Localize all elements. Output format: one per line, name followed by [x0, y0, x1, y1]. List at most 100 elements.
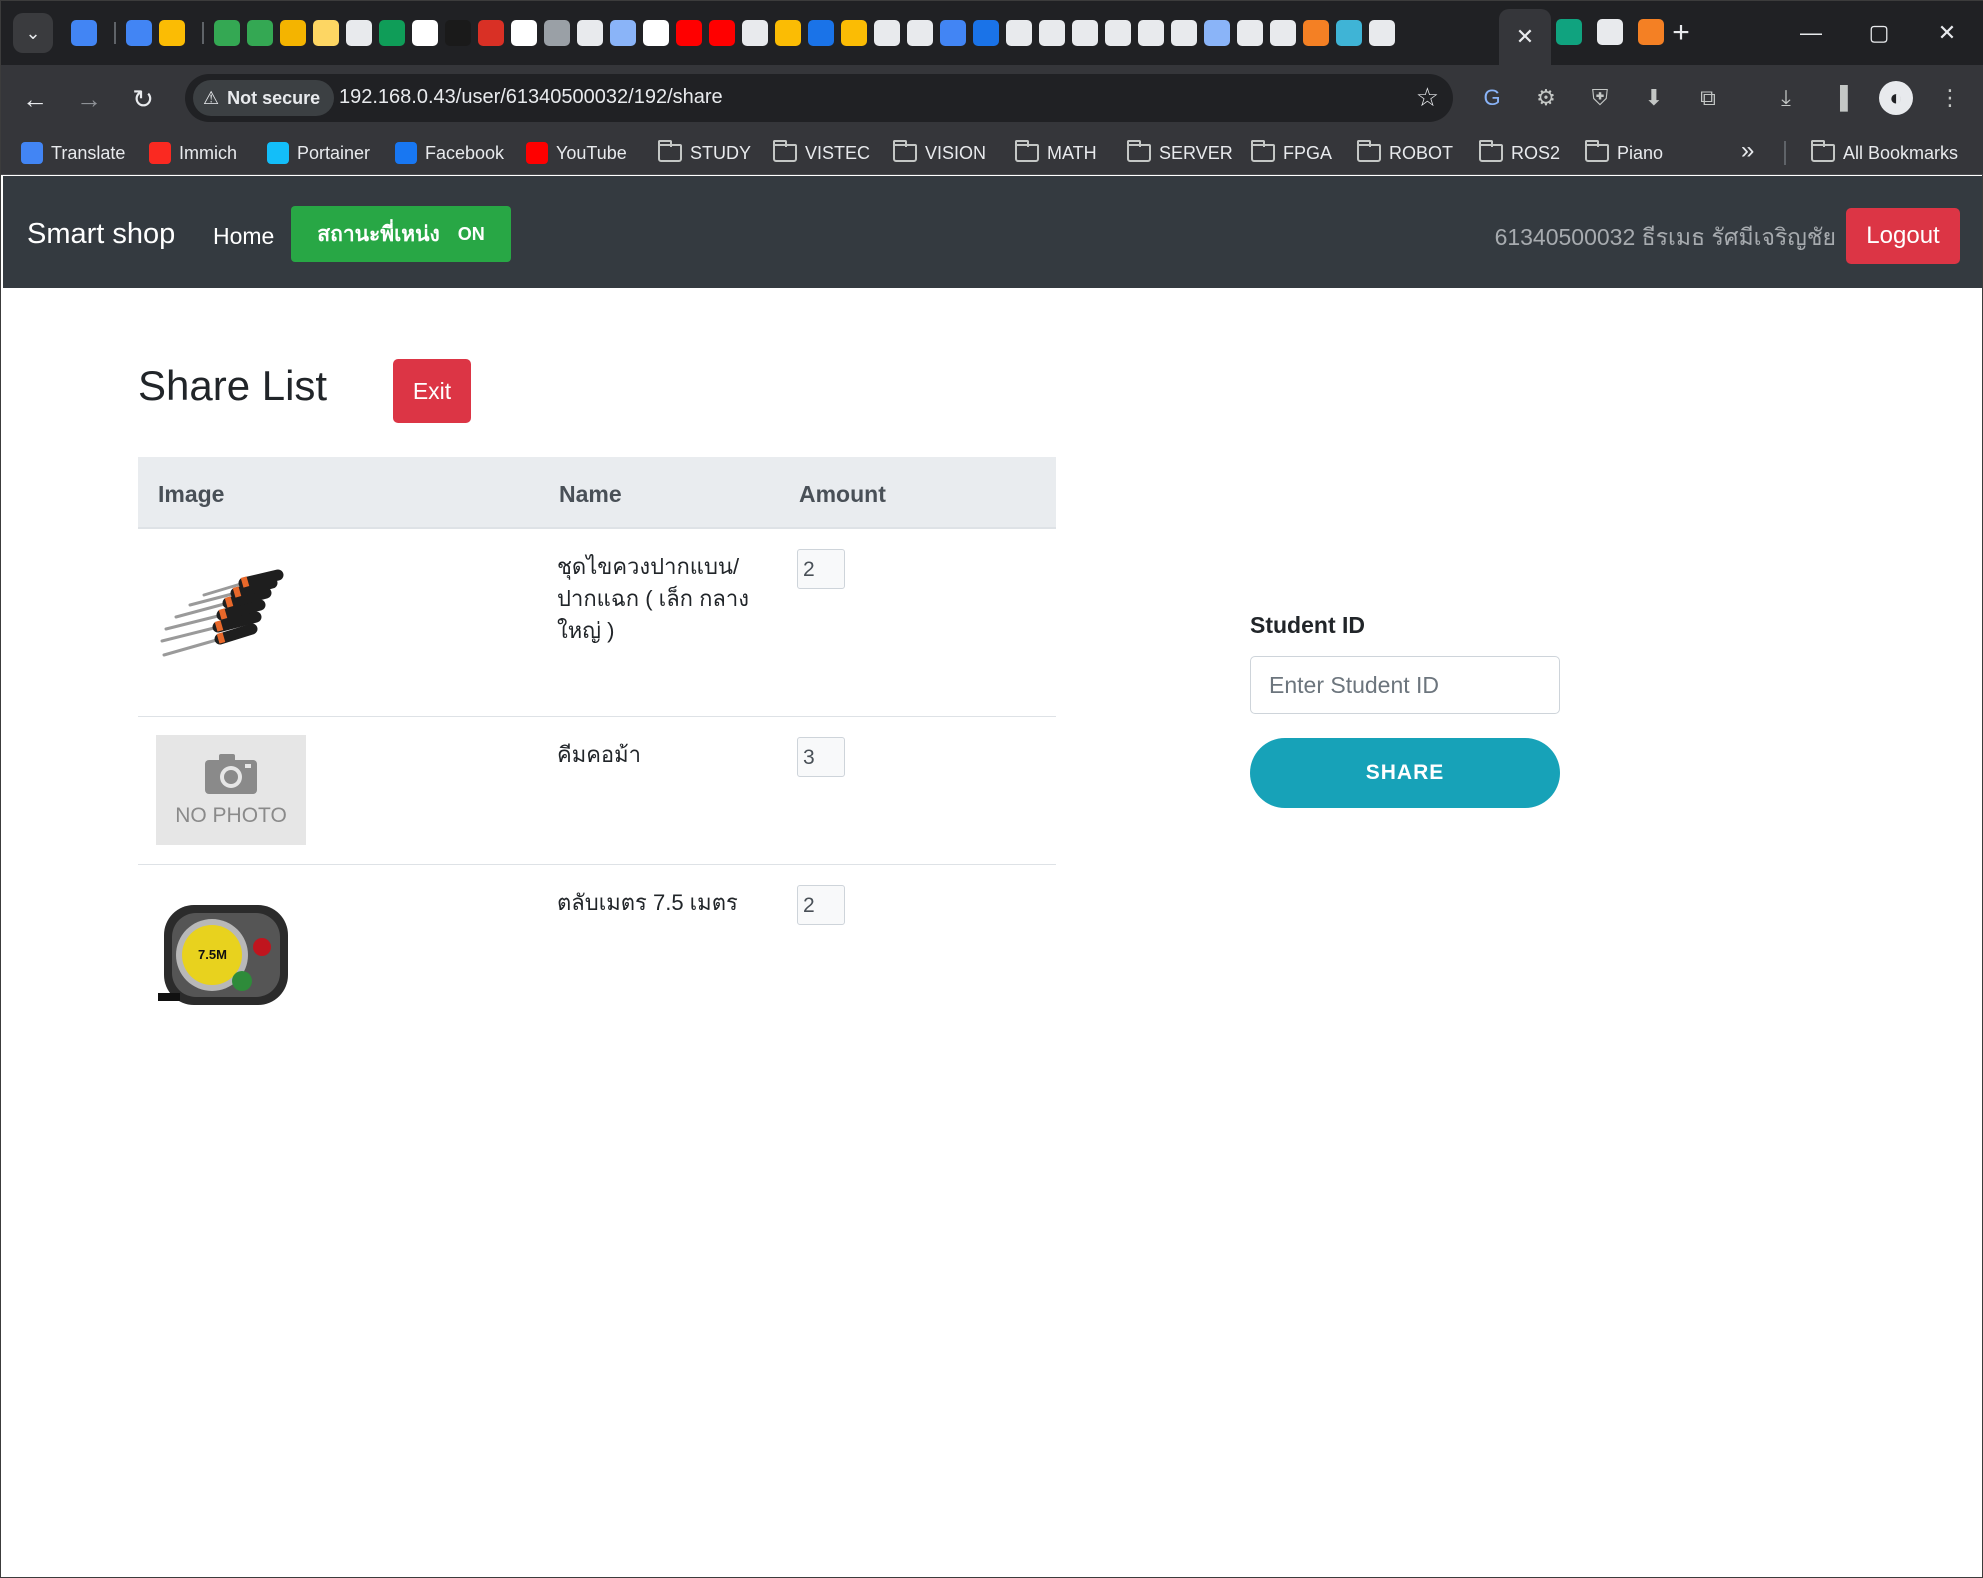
tab-favicon-icon[interactable]: [1072, 20, 1098, 46]
tab-favicon-icon[interactable]: [1303, 20, 1329, 46]
tab-favicon-icon[interactable]: [643, 20, 669, 46]
extension-icon[interactable]: ⚙: [1529, 81, 1563, 115]
side-panel-icon[interactable]: ▐: [1823, 81, 1857, 115]
tab-favicon-icon[interactable]: [126, 20, 152, 46]
bookmark-item[interactable]: FPGA: [1251, 139, 1332, 167]
tab-favicon-icon[interactable]: [511, 20, 537, 46]
tab-favicon-icon[interactable]: [1105, 20, 1131, 46]
tab-favicon-icon[interactable]: [1039, 20, 1065, 46]
tab-favicon-icon[interactable]: [841, 20, 867, 46]
tab-favicon-icon[interactable]: [610, 20, 636, 46]
tab-favicon-icon[interactable]: [775, 20, 801, 46]
tab-favicon-icon[interactable]: [1171, 20, 1197, 46]
extensions-puzzle-icon[interactable]: ⧉: [1691, 81, 1725, 115]
all-bookmarks-label: All Bookmarks: [1843, 142, 1959, 163]
tab-favicon-icon[interactable]: [71, 20, 97, 46]
close-window-button[interactable]: ✕: [1923, 13, 1971, 53]
table-header: Image Name Amount: [138, 457, 1056, 529]
exit-button[interactable]: Exit: [393, 359, 471, 423]
tab-favicon-icon[interactable]: [973, 20, 999, 46]
back-button[interactable]: ←: [15, 79, 55, 119]
maximize-button[interactable]: ▢: [1855, 13, 1903, 53]
bookmark-item[interactable]: Piano: [1585, 139, 1663, 167]
tab-favicon-icon[interactable]: [478, 20, 504, 46]
downloads-icon[interactable]: ⤓: [1769, 81, 1803, 115]
tab-search-button[interactable]: ⌄: [13, 13, 53, 53]
tab-favicon-icon[interactable]: [907, 20, 933, 46]
tab-favicon-icon[interactable]: [808, 20, 834, 46]
student-id-input[interactable]: [1250, 656, 1560, 714]
bookmark-item[interactable]: ROBOT: [1357, 139, 1453, 167]
bookmark-item[interactable]: Translate: [21, 139, 125, 167]
amount-field[interactable]: 2: [797, 549, 845, 589]
product-name: ตลับเมตร 7.5 เมตร: [557, 890, 738, 915]
download-extension-icon[interactable]: ⬇: [1637, 81, 1671, 115]
bookmark-label: MATH: [1047, 142, 1097, 163]
url-text[interactable]: 192.168.0.43/user/61340500032/192/share: [339, 86, 723, 109]
tab-favicon-icon[interactable]: [214, 20, 240, 46]
bookmarks-overflow-button[interactable]: »: [1741, 137, 1754, 165]
active-tab[interactable]: ✕: [1499, 9, 1551, 65]
security-chip[interactable]: ⚠ Not secure: [193, 80, 335, 116]
bookmark-item[interactable]: ROS2: [1479, 139, 1560, 167]
forward-button[interactable]: →: [69, 79, 109, 119]
folder-icon: [1127, 140, 1151, 162]
tab-favicon-icon[interactable]: [1369, 20, 1395, 46]
ublock-extension-icon[interactable]: ⛨: [1583, 81, 1617, 115]
tab-favicon-icon[interactable]: [1006, 20, 1032, 46]
tab-favicon-icon[interactable]: [1138, 20, 1164, 46]
tab-favicon-icon[interactable]: [159, 20, 185, 46]
tab-favicon-icon[interactable]: [1270, 20, 1296, 46]
bookmark-item[interactable]: VISTEC: [773, 139, 870, 167]
bookmark-item[interactable]: STUDY: [658, 139, 751, 167]
tab-favicon-icon[interactable]: [1237, 20, 1263, 46]
tab-favicon-icon[interactable]: [1597, 19, 1623, 45]
column-header-amount: Amount: [799, 481, 886, 507]
bookmark-item[interactable]: VISION: [893, 139, 986, 167]
amount-field[interactable]: 2: [797, 885, 845, 925]
tab-favicon-icon[interactable]: [874, 20, 900, 46]
tab-favicon-icon[interactable]: [940, 20, 966, 46]
tab-favicon-icon[interactable]: [379, 20, 405, 46]
tab-favicon-icon[interactable]: [1556, 19, 1582, 45]
tab-favicon-icon[interactable]: [280, 20, 306, 46]
reload-button[interactable]: ↻: [123, 79, 163, 119]
share-table: Image Name Amount ชุดไขควงปากแบน/ปากแฉก …: [138, 457, 1056, 1025]
profile-avatar-icon[interactable]: ◐: [1879, 81, 1913, 115]
tab-favicon-icon[interactable]: [1204, 20, 1230, 46]
tab-favicon-icon[interactable]: [544, 20, 570, 46]
tab-favicon-icon[interactable]: [676, 20, 702, 46]
close-tab-icon[interactable]: ✕: [1516, 24, 1534, 50]
address-bar[interactable]: ⚠ Not secure 192.168.0.43/user/613405000…: [185, 74, 1453, 122]
bookmark-favicon-icon: [21, 142, 43, 164]
amount-field[interactable]: 3: [797, 737, 845, 777]
tab-favicon-icon[interactable]: [346, 20, 372, 46]
logout-button[interactable]: Logout: [1846, 208, 1960, 264]
translate-extension-icon[interactable]: G: [1475, 81, 1509, 115]
nav-home-link[interactable]: Home: [213, 223, 274, 250]
bookmark-item[interactable]: Portainer: [267, 139, 370, 167]
bookmark-item[interactable]: Immich: [149, 139, 237, 167]
bookmark-favicon-icon: [267, 142, 289, 164]
tab-favicon-icon[interactable]: [577, 20, 603, 46]
bookmark-item[interactable]: MATH: [1015, 139, 1097, 167]
status-toggle-button[interactable]: สถานะพี่เหน่ง ON: [291, 206, 511, 262]
tab-favicon-icon[interactable]: [247, 20, 273, 46]
tab-favicon-icon[interactable]: [313, 20, 339, 46]
tab-favicon-icon[interactable]: [445, 20, 471, 46]
bookmark-item[interactable]: SERVER: [1127, 139, 1233, 167]
bookmark-star-icon[interactable]: ☆: [1416, 82, 1439, 113]
tab-favicon-icon[interactable]: [709, 20, 735, 46]
tab-favicon-icon[interactable]: [1336, 20, 1362, 46]
share-button[interactable]: SHARE: [1250, 738, 1560, 808]
site-navbar: Smart shop Home สถานะพี่เหน่ง ON 6134050…: [3, 176, 1982, 288]
minimize-button[interactable]: —: [1787, 13, 1835, 53]
new-tab-button[interactable]: +: [1661, 13, 1701, 53]
bookmark-item[interactable]: YouTube: [526, 139, 627, 167]
site-brand[interactable]: Smart shop: [27, 218, 175, 251]
all-bookmarks-button[interactable]: All Bookmarks: [1811, 139, 1958, 167]
menu-kebab-icon[interactable]: ⋮: [1933, 81, 1967, 115]
tab-favicon-icon[interactable]: [742, 20, 768, 46]
tab-favicon-icon[interactable]: [412, 20, 438, 46]
bookmark-item[interactable]: Facebook: [395, 139, 504, 167]
